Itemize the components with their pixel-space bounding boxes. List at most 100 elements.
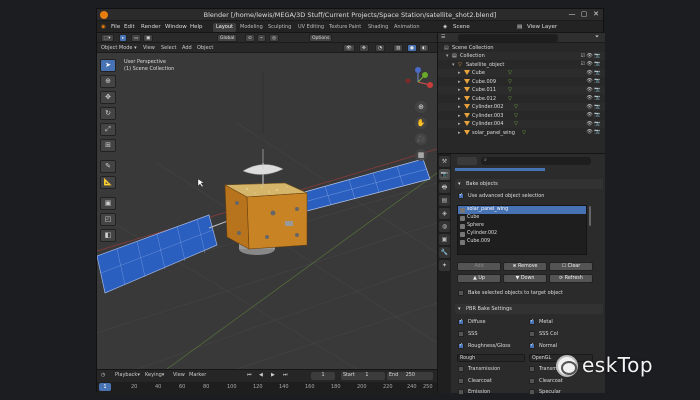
menu-help[interactable]: Help [190,24,203,30]
editor-type-icon[interactable]: ⬚▾ [101,34,114,42]
clear-button[interactable]: ☐ Clear [549,262,593,271]
shading-solid-icon[interactable]: ● [407,44,417,52]
scene-selector[interactable]: Scene [453,24,470,30]
use-advanced-checkbox[interactable] [458,192,464,199]
outliner-row[interactable]: ▾ ▤ Collection ☑👁📷 [438,51,605,60]
visibility-toggle-icon[interactable]: ☑👁📷 [580,61,602,67]
move-down-button[interactable]: ▼ Down [503,274,547,283]
jump-end-icon[interactable]: ⏭ [283,372,288,378]
list-item[interactable]: solar_panel_wing [458,206,586,214]
menu-view[interactable]: View [143,45,155,51]
tab-uv-editing[interactable]: UV Editing [295,23,327,32]
play-reverse-icon[interactable]: ◀ [259,372,263,378]
render-tab-icon[interactable]: 📷 [439,169,450,180]
menu-file[interactable]: File [111,24,120,30]
outliner-search-input[interactable] [458,34,558,42]
options-dropdown[interactable]: Options [309,34,333,42]
visibility-toggle-icon[interactable]: 👁📷 [586,70,602,76]
add-button[interactable]: Add [457,262,501,271]
outliner-row[interactable]: ▸ solar_panel_wing ▽ 👁📷 [438,128,605,137]
list-item[interactable]: Sphere [458,222,586,230]
measure-tool-icon[interactable]: 📐 [100,176,116,189]
visibility-toggle-icon[interactable]: 👁📷 [586,95,602,101]
overlays-icon[interactable]: ◔ [375,44,385,52]
select-box-icon[interactable]: ▭ [131,34,142,42]
visibility-toggle-icon[interactable]: 👁📷 [586,87,602,93]
visibility-toggle-icon[interactable]: 👁📷 [586,112,602,118]
transform-orientation[interactable]: Global [217,34,238,42]
roughness-checkbox[interactable] [458,342,464,349]
normal-checkbox[interactable] [529,342,535,349]
xray-icon[interactable]: ▥ [393,44,404,52]
outliner-row[interactable]: ▸ Cylinder.004 ▽ 👁📷 [438,119,605,128]
bake-object-list[interactable]: solar_panel_wing Cube Sphere Cylinder.00… [457,205,587,255]
visibility-toggle-icon[interactable]: ☑👁📷 [580,53,602,59]
menu-keying[interactable]: Keying▾ [145,372,164,378]
expand-icon[interactable]: ▸ [458,87,461,93]
select-mode-icon[interactable]: ▣ [143,34,154,42]
menu-render[interactable]: Render [141,24,161,30]
transmission-checkbox[interactable] [458,366,464,372]
outliner-row[interactable]: ▸ Cylinder.002 ▽ 👁📷 [438,102,605,111]
tab-shading[interactable]: Shading [365,23,391,32]
expand-icon[interactable]: ▾ [452,62,455,68]
roughness-mode-select[interactable]: Rough [457,354,525,362]
blender-menu-icon[interactable]: ◉ [101,24,106,30]
extrude-tool-icon[interactable]: ◰ [100,213,116,226]
snap-icon[interactable]: ⌁ [257,34,266,42]
start-frame-field[interactable]: Start 1 [341,372,385,380]
metal-checkbox[interactable] [529,318,535,325]
outliner-row[interactable]: ▸ Cube.012 ▽ 👁📷 [438,94,605,103]
select-tool-icon[interactable]: ➤ [100,59,116,72]
scale-tool-icon[interactable]: ⤢ [100,123,116,136]
view-layer-icon[interactable]: ▤ [517,24,522,30]
clearcoat-checkbox[interactable] [458,378,464,384]
select-tool-icon[interactable]: ▸ [119,34,128,42]
menu-edit[interactable]: Edit [124,24,135,30]
sss-col-checkbox[interactable] [529,331,535,337]
menu-add[interactable]: Add [182,45,192,51]
scene-tab-icon[interactable]: ◈ [439,208,450,219]
3d-viewport[interactable]: ➤ ⊕ ✥ ↻ ⤢ ⊞ ✎ 📐 ▣ ◰ ◧ User Perspective (… [97,53,437,369]
expand-icon[interactable]: ▾ [446,53,449,59]
visibility-toggle-icon[interactable]: 👁📷 [586,129,602,135]
outliner-row[interactable]: ▸ Cube.011 ▽ 👁📷 [438,85,605,94]
pbr-panel-header[interactable]: ▾ PBR Bake Settings [455,304,603,314]
menu-playback[interactable]: Playback▾ [115,372,140,378]
perspective-toggle-icon[interactable]: ▦ [415,149,427,161]
emission-checkbox[interactable] [458,389,464,395]
transmission-rough-checkbox[interactable] [529,366,535,372]
outliner-row[interactable]: ▤ Scene Collection [438,43,605,52]
outliner-row[interactable]: ▸ Cylinder.003 ▽ 👁📷 [438,111,605,120]
minimize-button[interactable]: — [567,10,577,20]
rotate-tool-icon[interactable]: ↻ [100,107,116,120]
list-item[interactable]: Cube.009 [458,238,586,246]
outliner-row[interactable]: ▾ ▽ Satellite_object ☑👁📷 [438,60,605,69]
modifier-tab-icon[interactable]: 🔧 [439,247,450,258]
pan-hand-icon[interactable]: ✋ [415,117,427,129]
visibility-toggle-icon[interactable]: 👁📷 [586,78,602,84]
output-tab-icon[interactable]: 🖶 [439,182,450,193]
gizmo-icon[interactable]: ✥ [359,44,369,52]
view-layer-selector[interactable]: View Layer [527,24,557,30]
object-tab-icon[interactable]: ▣ [439,234,450,245]
expand-icon[interactable]: ▸ [458,79,461,85]
diffuse-checkbox[interactable] [458,318,464,325]
view-layer-tab-icon[interactable]: ▤ [439,195,450,206]
frame-ruler[interactable]: 1 20 40 60 80 100 120 140 160 180 200 22… [97,382,437,394]
menu-marker[interactable]: Marker [189,372,206,378]
refresh-button[interactable]: ⟳ Refresh [549,274,593,283]
menu-select[interactable]: Select [161,45,176,51]
pivot-icon[interactable]: ⊙ [245,34,255,42]
end-frame-field[interactable]: End 250 [387,372,433,380]
properties-editor-type[interactable] [457,157,477,165]
playhead-frame[interactable]: 1 [99,383,111,391]
move-up-button[interactable]: ▲ Up [457,274,501,283]
menu-timeline-view[interactable]: View [173,372,185,378]
annotate-tool-icon[interactable]: ✎ [100,160,116,173]
outliner-editor-icon[interactable]: ☰ [441,34,445,40]
cursor-tool-icon[interactable]: ⊕ [100,75,116,88]
expand-icon[interactable]: ▸ [458,104,461,110]
timeline-editor-icon[interactable]: ◷ [101,372,105,378]
add-cube-tool-icon[interactable]: ▣ [100,197,116,210]
